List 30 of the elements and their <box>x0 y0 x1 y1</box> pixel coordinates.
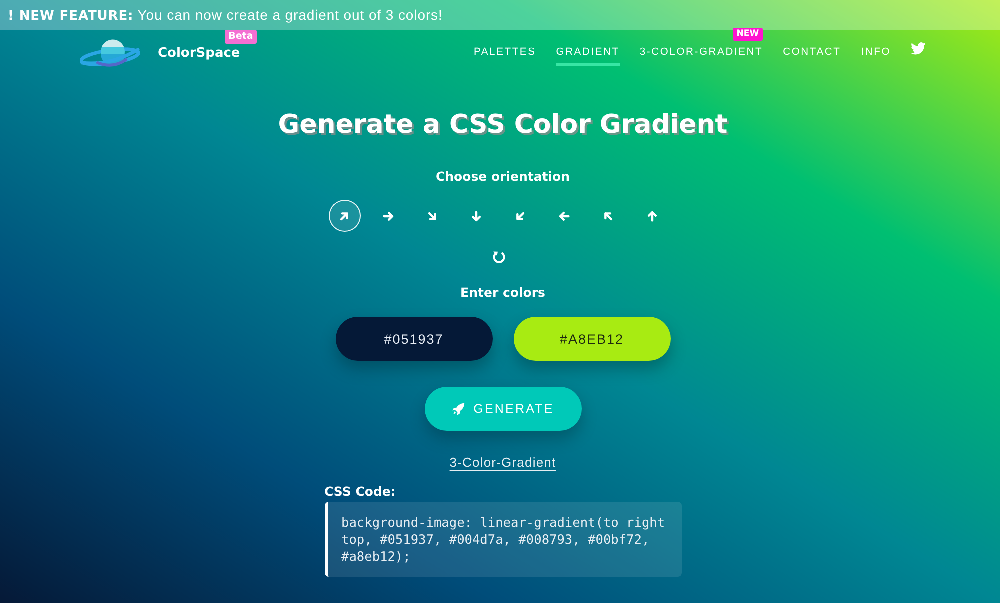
color-input[interactable]: #051937 <box>336 317 492 361</box>
nav-link[interactable]: PALETTES <box>474 39 536 66</box>
new-badge: NEW <box>732 28 764 41</box>
planet-logo-icon[interactable] <box>80 38 140 68</box>
arrow-icon <box>383 210 394 222</box>
orientation-button[interactable] <box>328 200 360 232</box>
arrow-icon <box>603 210 614 222</box>
arrow-icon <box>559 210 570 222</box>
nav-link[interactable]: CONTACT <box>783 39 842 66</box>
nav-link[interactable]: GRADIENT <box>556 39 620 66</box>
css-code-block: background-image: linear-gradient(to right top, #051937, #004d7a, #008793, #00bf72, #a8eb12); <box>324 502 682 577</box>
beta-badge: Beta <box>224 30 258 44</box>
arrow-icon <box>647 210 658 222</box>
page-title: Generate a CSS Color Gradient <box>278 109 728 142</box>
orientation-label: Choose orientation <box>436 168 570 186</box>
colors-label: Enter colors <box>460 284 546 302</box>
arrow-icon <box>515 210 526 222</box>
arrow-icon <box>339 210 350 222</box>
three-color-gradient-link[interactable]: 3-Color-Gradient <box>450 454 556 472</box>
css-code-label: CSS Code: <box>324 484 396 500</box>
brand-name[interactable]: ColorSpace <box>158 46 240 62</box>
rocket-icon <box>452 402 465 416</box>
generate-button[interactable]: GENERATE <box>424 387 582 431</box>
nav-link[interactable]: 3-COLOR-GRADIENT <box>640 39 764 66</box>
arrow-icon <box>471 210 482 222</box>
refresh-icon[interactable] <box>492 251 506 264</box>
nav-link[interactable]: INFO <box>861 39 891 66</box>
announcement-text: ! NEW FEATURE: You can now create a gradient out of 3 colors! <box>8 6 443 24</box>
color-input[interactable]: #A8EB12 <box>514 317 670 361</box>
arrow-icon <box>427 210 438 222</box>
